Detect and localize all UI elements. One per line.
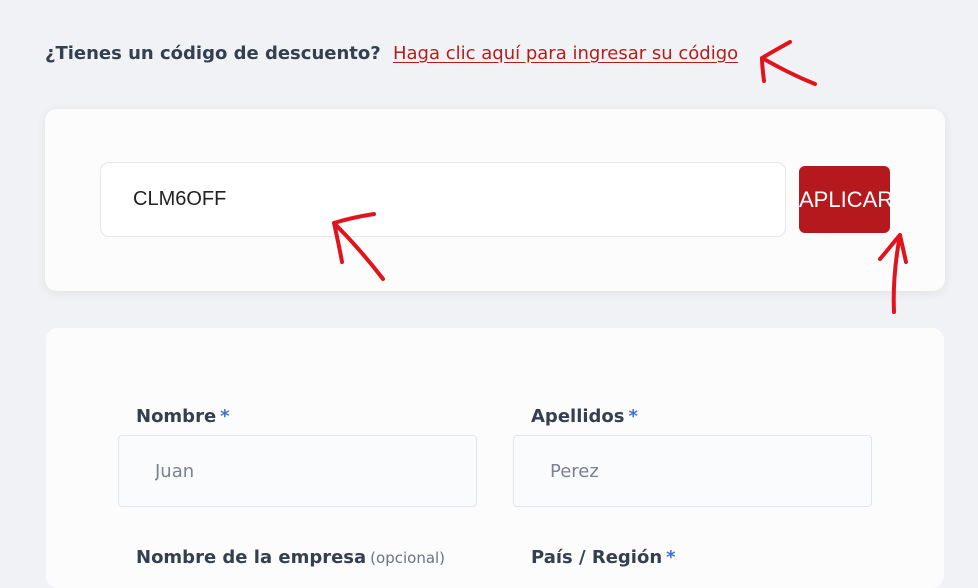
billing-form-card: Nombre* Apellidos* Nombre de la empresa(… xyxy=(46,328,944,588)
required-asterisk: * xyxy=(628,406,638,427)
enter-coupon-link[interactable]: Haga clic aquí para ingresar su código xyxy=(393,43,738,64)
required-asterisk: * xyxy=(220,406,230,427)
coupon-question: ¿Tienes un código de descuento? xyxy=(45,43,381,64)
last-name-label-text: Apellidos xyxy=(531,406,625,427)
optional-hint: (opcional) xyxy=(370,549,446,567)
coupon-card: APLICAR xyxy=(45,109,945,291)
first-name-field[interactable] xyxy=(118,435,477,507)
last-name-field[interactable] xyxy=(513,435,872,507)
annotation-arrow-link-stroke xyxy=(760,40,817,86)
last-name-label: Apellidos * xyxy=(531,406,638,427)
first-name-label-text: Nombre xyxy=(136,406,217,427)
coupon-notice: ¿Tienes un código de descuento? Haga cli… xyxy=(45,43,738,64)
first-name-label: Nombre * xyxy=(136,406,230,427)
coupon-code-input[interactable] xyxy=(100,162,786,237)
apply-coupon-button[interactable]: APLICAR xyxy=(799,166,890,233)
